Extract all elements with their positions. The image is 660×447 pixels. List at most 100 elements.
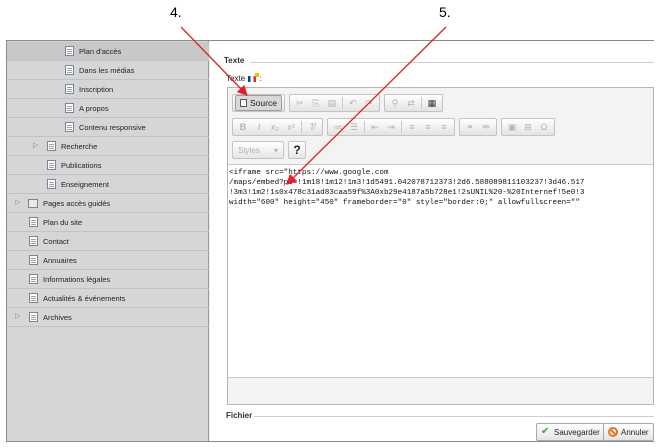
outdent-icon[interactable]: ⇤: [367, 119, 383, 135]
tree-item-contact[interactable]: Contact: [7, 232, 209, 251]
tree-item-plan-acces[interactable]: Plan d'accès: [7, 42, 209, 61]
tree-item-annuaires[interactable]: Annuaires: [7, 251, 209, 270]
superscript-icon[interactable]: x²: [283, 119, 299, 135]
paste-icon[interactable]: ▤: [324, 95, 340, 111]
toolbar-row-1: Source ✂ ⎘ ▤ ↶ ↷ ⚲ ⇄ ▦: [232, 93, 443, 113]
help-button[interactable]: ?: [288, 141, 306, 159]
table-icon[interactable]: ⊞: [520, 119, 536, 135]
tree-item-label: Pages accès guidés: [43, 198, 111, 208]
tree-item-label: Inscription: [79, 84, 114, 94]
tree-item-label: Publications: [61, 160, 102, 170]
toolbar-separator: [341, 97, 343, 109]
sidebar-tree: Plan d'accès Dans les médias Inscription…: [7, 41, 209, 441]
cms-window: Plan d'accès Dans les médias Inscription…: [6, 40, 654, 442]
expand-arrow-icon[interactable]: ▷: [33, 142, 41, 150]
numbered-list-icon[interactable]: ≔: [330, 119, 346, 135]
page-icon: [29, 312, 38, 322]
source-code-line: /maps/embed?pb=!1m18!1m12!1m3!1d5491.042…: [229, 179, 585, 187]
tree-item-informations-legales[interactable]: Informations légales: [7, 270, 209, 289]
toolbar-separator: [301, 121, 302, 133]
tree-item-archives[interactable]: ▷ Archives: [7, 308, 209, 327]
source-button[interactable]: Source: [235, 95, 282, 111]
replace-icon[interactable]: ⇄: [403, 95, 419, 111]
tree-item-pages-acces-guides[interactable]: ▷ Pages accès guidés: [7, 194, 209, 213]
tree-item-publications[interactable]: Publications: [7, 156, 209, 175]
toolbar-separator: [420, 97, 422, 109]
tree-item-label: Annuaires: [43, 255, 77, 265]
align-right-icon[interactable]: ≡: [436, 119, 452, 135]
cancel-button-label: Annuler: [621, 427, 649, 437]
align-center-icon[interactable]: ≡: [420, 119, 436, 135]
toolbar-separator: [364, 121, 365, 133]
tree-item-label: Enseignement: [61, 179, 109, 189]
indent-icon[interactable]: ⇥: [383, 119, 399, 135]
tree-item-label: Contact: [43, 236, 69, 246]
checkmark-icon: ✔: [541, 426, 550, 437]
unlink-icon[interactable]: ⚮: [478, 119, 494, 135]
page-icon: [65, 84, 74, 94]
save-button[interactable]: ✔ Sauvegarder: [536, 423, 605, 441]
step-5-annotation: 5.: [439, 4, 451, 20]
align-left-icon[interactable]: ≡: [404, 119, 420, 135]
bold-icon[interactable]: B: [235, 119, 251, 135]
toolbar-group-insert: ▣ ⊞ Ω: [501, 118, 555, 136]
tree-item-inscription[interactable]: Inscription: [7, 80, 209, 99]
section-divider: [254, 416, 654, 417]
expand-arrow-icon[interactable]: ▷: [15, 313, 23, 321]
toolbar-group-clipboard: ✂ ⎘ ▤ ↶ ↷: [288, 94, 380, 112]
language-flag-icon: [248, 73, 260, 82]
tree-item-label: Recherche: [61, 141, 98, 151]
cut-icon[interactable]: ✂: [292, 95, 308, 111]
subscript-icon[interactable]: x₂: [267, 119, 283, 135]
tree-item-plan-du-site[interactable]: Plan du site: [7, 213, 209, 232]
tree-item-label: Informations légales: [43, 274, 111, 284]
page-icon: [29, 217, 38, 227]
tree-item-label: Archives: [43, 312, 72, 322]
texte-label-colon: :: [259, 74, 262, 83]
cancel-button[interactable]: Annuler: [603, 423, 654, 441]
source-button-label: Source: [250, 98, 277, 108]
source-code-textarea[interactable]: <iframe src="https://www.google.com /map…: [228, 164, 653, 378]
tree-item-a-propos[interactable]: A propos: [7, 99, 209, 118]
tree-item-enseignement[interactable]: Enseignement: [7, 175, 209, 194]
page-icon: [65, 122, 74, 132]
page-icon: [65, 65, 74, 75]
find-icon[interactable]: ⚲: [387, 95, 403, 111]
tree-item-label: Dans les médias: [79, 65, 135, 75]
texte-field-label: Texte :: [226, 73, 262, 83]
page-icon: [29, 236, 38, 246]
bulleted-list-icon[interactable]: ☰: [346, 119, 362, 135]
tree-item-label: Actualités & événements: [43, 293, 126, 303]
tree-item-label: Contenu responsive: [79, 122, 146, 132]
tree-item-dans-les-medias[interactable]: Dans les médias: [7, 61, 209, 80]
page-icon: [29, 293, 38, 303]
tree-item-label: Plan du site: [43, 217, 83, 227]
redo-icon[interactable]: ↷: [361, 95, 377, 111]
section-title-fichier: Fichier: [226, 411, 253, 420]
page-icon: [47, 179, 56, 189]
undo-icon[interactable]: ↶: [345, 95, 361, 111]
tree-item-recherche[interactable]: ▷ Recherche: [7, 137, 209, 156]
page-icon: [47, 141, 56, 151]
tree-item-contenu-responsive[interactable]: Contenu responsive: [7, 118, 209, 137]
remove-format-icon[interactable]: T̸: [304, 119, 320, 135]
toolbar-group-links: ⚭ ⚮: [459, 118, 497, 136]
page-icon: [65, 46, 74, 56]
maximize-icon[interactable]: ▦: [424, 95, 440, 111]
step-4-annotation: 4.: [170, 4, 182, 20]
chevron-down-icon: ▾: [273, 145, 278, 155]
expand-arrow-icon[interactable]: ▷: [15, 199, 23, 207]
content-panel: Texte Texte : Source ✂ ⎘ ▤ ↶ ↷ ⚲ ⇄ ▦ B I…: [210, 41, 654, 441]
tree-item-actualites-evenements[interactable]: Actualités & événements: [7, 289, 209, 308]
image-icon[interactable]: ▣: [504, 119, 520, 135]
link-icon[interactable]: ⚭: [462, 119, 478, 135]
page-icon: [29, 274, 38, 284]
special-char-icon[interactable]: Ω: [536, 119, 552, 135]
styles-dropdown[interactable]: Styles ▾: [232, 141, 284, 159]
cancel-icon: [608, 427, 618, 437]
toolbar-separator: [401, 121, 402, 133]
page-icon: [65, 103, 74, 113]
italic-icon[interactable]: I: [251, 119, 267, 135]
folder-icon: [28, 198, 38, 208]
copy-icon[interactable]: ⎘: [308, 95, 324, 111]
